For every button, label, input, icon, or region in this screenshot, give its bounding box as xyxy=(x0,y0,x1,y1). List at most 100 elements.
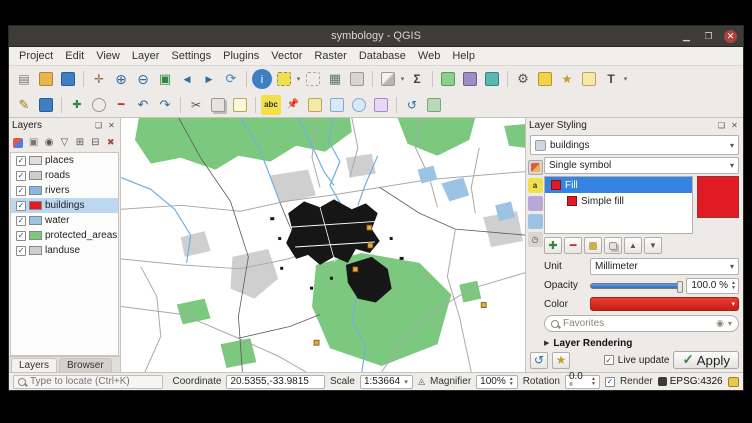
zoom-full-icon[interactable] xyxy=(155,69,175,89)
zoom-next-icon[interactable] xyxy=(199,69,219,89)
paste-features-icon[interactable] xyxy=(230,95,250,115)
layer-row-roads[interactable]: roads xyxy=(11,168,118,183)
menu-plugins[interactable]: Plugins xyxy=(217,49,265,63)
layer-row-places[interactable]: places xyxy=(11,153,118,168)
new-raster-layer-icon[interactable] xyxy=(460,69,480,89)
save-edits-icon[interactable] xyxy=(36,95,56,115)
rotate-label-icon[interactable] xyxy=(349,95,369,115)
undock-panel-icon[interactable] xyxy=(716,120,727,131)
layer-row-protected-areas[interactable]: protected_areas xyxy=(11,228,118,243)
style-history-icon[interactable] xyxy=(530,352,548,369)
annotation-dropdown-icon[interactable] xyxy=(622,75,629,83)
close-panel-icon[interactable] xyxy=(729,120,740,131)
menu-project[interactable]: Project xyxy=(13,49,59,63)
symbol-type-select[interactable]: Single symbol xyxy=(544,157,739,174)
change-label-icon[interactable] xyxy=(371,95,391,115)
python-console-icon[interactable] xyxy=(535,69,555,89)
statistical-summary-icon[interactable]: Σ xyxy=(407,69,427,89)
layer-row-landuse[interactable]: landuse xyxy=(11,243,118,258)
open-project-icon[interactable] xyxy=(36,69,56,89)
chevron-down-icon[interactable] xyxy=(403,378,409,386)
opacity-slider[interactable] xyxy=(590,283,682,289)
toggle-editing-icon[interactable] xyxy=(14,95,34,115)
layer-checkbox[interactable] xyxy=(16,171,26,181)
close-panel-icon[interactable] xyxy=(106,120,117,131)
temporal-controller-icon[interactable] xyxy=(402,95,422,115)
tab-layers[interactable]: Layers xyxy=(11,358,57,372)
vertex-tool-icon[interactable] xyxy=(89,95,109,115)
field-calculator-icon[interactable] xyxy=(347,69,367,89)
bookmarks-icon[interactable] xyxy=(557,69,577,89)
identify-features-icon[interactable] xyxy=(252,69,272,89)
map-canvas[interactable] xyxy=(121,118,525,372)
layer-checkbox[interactable] xyxy=(16,201,26,211)
layer-labeling-icon[interactable]: abc xyxy=(261,95,281,115)
render-checkbox[interactable] xyxy=(605,377,615,387)
opacity-spinbox[interactable]: 100.0 % ▲▼ xyxy=(686,278,739,294)
layer-rendering-section[interactable]: Layer Rendering xyxy=(544,336,739,350)
pin-labels-icon[interactable] xyxy=(283,95,303,115)
menu-database[interactable]: Database xyxy=(353,49,412,63)
remove-symbol-layer-icon[interactable] xyxy=(564,237,582,254)
redo-icon[interactable] xyxy=(155,95,175,115)
menu-edit[interactable]: Edit xyxy=(59,49,90,63)
menu-settings[interactable]: Settings xyxy=(165,49,217,63)
data-source-manager-icon[interactable] xyxy=(482,69,502,89)
new-vector-layer-icon[interactable] xyxy=(438,69,458,89)
map-tips-icon[interactable] xyxy=(579,69,599,89)
layer-row-buildings[interactable]: buildings xyxy=(11,198,118,213)
minimize-icon[interactable]: ▁ xyxy=(680,30,693,43)
tab-labels-icon[interactable]: a xyxy=(528,178,543,193)
symbol-node-simple-fill[interactable]: Simple fill xyxy=(545,193,692,209)
expand-all-icon[interactable] xyxy=(73,135,87,151)
coordinate-field[interactable]: 20.5355,-33.9815 xyxy=(226,375,325,389)
highlight-pinned-labels-icon[interactable] xyxy=(305,95,325,115)
menu-web[interactable]: Web xyxy=(412,49,446,63)
menu-layer[interactable]: Layer xyxy=(126,49,166,63)
crs-status[interactable]: EPSG:4326 xyxy=(658,376,723,387)
layer-checkbox[interactable] xyxy=(16,156,26,166)
layer-checkbox[interactable] xyxy=(16,186,26,196)
tab-3d-icon[interactable] xyxy=(528,214,543,229)
scale-combo[interactable]: 1:53664 xyxy=(360,375,413,389)
layer-checkbox[interactable] xyxy=(16,216,26,226)
menu-view[interactable]: View xyxy=(90,49,126,63)
menu-raster[interactable]: Raster xyxy=(308,49,352,63)
style-favorite-icon[interactable] xyxy=(552,352,570,369)
spin-arrows-icon[interactable]: ▲▼ xyxy=(731,281,736,291)
add-feature-icon[interactable] xyxy=(67,95,87,115)
spin-arrows-icon[interactable]: ▲▼ xyxy=(591,377,596,387)
move-label-icon[interactable] xyxy=(327,95,347,115)
symbol-node-fill[interactable]: Fill xyxy=(545,177,692,193)
locate-box[interactable] xyxy=(13,375,163,389)
tab-history-icon[interactable]: ◷ xyxy=(528,232,543,247)
lock-scale-icon[interactable]: ◬ xyxy=(418,376,425,387)
layer-row-rivers[interactable]: rivers xyxy=(11,183,118,198)
measure-dropdown-icon[interactable] xyxy=(399,75,406,83)
open-layer-styling-icon[interactable] xyxy=(11,135,25,151)
undock-panel-icon[interactable] xyxy=(93,120,104,131)
text-annotation-icon[interactable]: T xyxy=(601,69,621,89)
menu-vector[interactable]: Vector xyxy=(265,49,308,63)
new-project-icon[interactable] xyxy=(14,69,34,89)
processing-toolbox-icon[interactable] xyxy=(513,69,533,89)
duplicate-symbol-layer-icon[interactable] xyxy=(604,237,622,254)
delete-selected-icon[interactable] xyxy=(111,95,131,115)
favorites-search[interactable]: Favorites ◉ ▾ xyxy=(544,315,739,332)
manage-map-themes-icon[interactable] xyxy=(42,135,56,151)
select-dropdown-icon[interactable] xyxy=(295,75,302,83)
menu-help[interactable]: Help xyxy=(446,49,481,63)
layer-checkbox[interactable] xyxy=(16,231,26,241)
new-3d-map-icon[interactable] xyxy=(424,95,444,115)
deselect-features-icon[interactable] xyxy=(303,69,323,89)
favorites-filter-icon[interactable]: ◉ xyxy=(716,318,724,329)
move-up-icon[interactable] xyxy=(624,237,642,254)
tab-browser[interactable]: Browser xyxy=(59,358,112,372)
collapse-all-icon[interactable] xyxy=(88,135,102,151)
layer-row-water[interactable]: water xyxy=(11,213,118,228)
rotation-spinbox[interactable]: 0.0 ° ▲▼ xyxy=(565,375,600,389)
spin-arrows-icon[interactable]: ▲▼ xyxy=(509,377,514,387)
filter-legend-icon[interactable] xyxy=(57,135,71,151)
save-project-icon[interactable] xyxy=(58,69,78,89)
undo-icon[interactable] xyxy=(133,95,153,115)
